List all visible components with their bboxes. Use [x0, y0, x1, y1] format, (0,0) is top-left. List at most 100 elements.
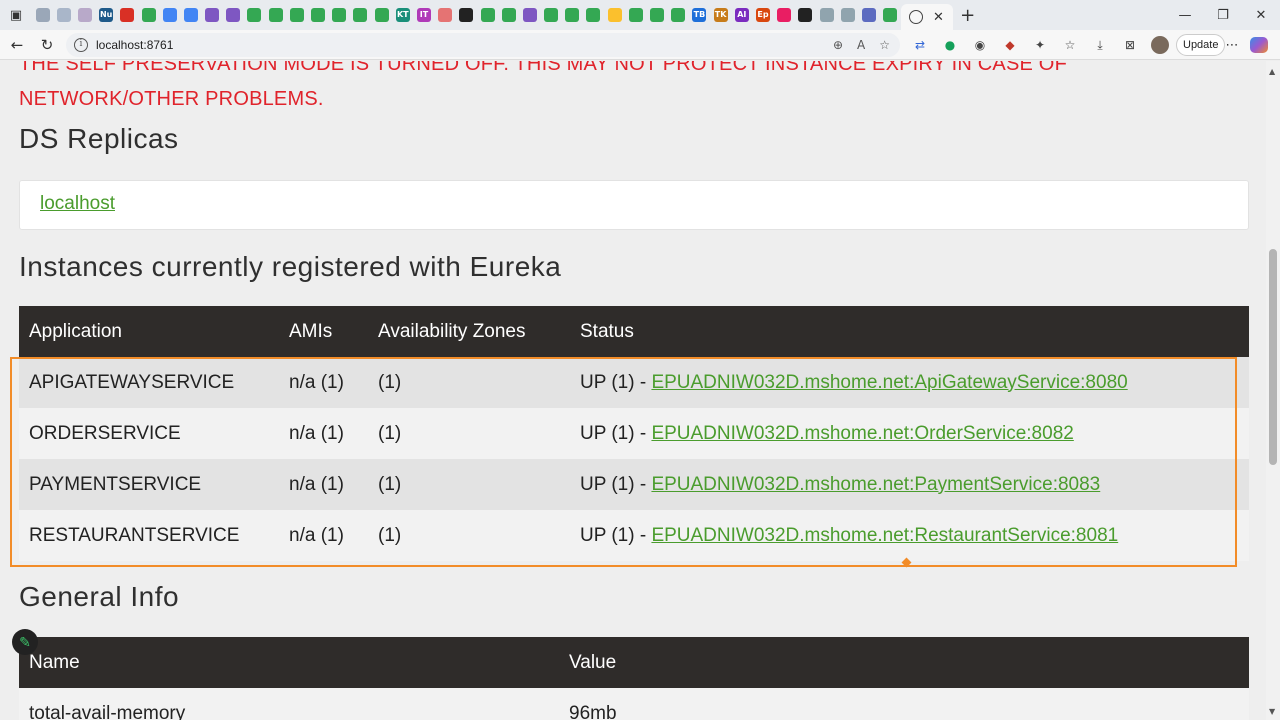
- favicon-icon: [56, 8, 71, 22]
- tab-favicon[interactable]: [625, 0, 646, 30]
- tab-active[interactable]: ✕: [900, 4, 953, 30]
- screenshot-icon[interactable]: ⊠: [1115, 30, 1145, 60]
- tab-favicon[interactable]: [435, 0, 456, 30]
- site-info-icon[interactable]: i: [74, 38, 88, 52]
- favicon-icon: [162, 8, 177, 22]
- tab-favicon[interactable]: AI: [731, 0, 752, 30]
- tab-favicon[interactable]: [583, 0, 604, 30]
- close-window-button[interactable]: ✕: [1242, 0, 1280, 30]
- favicon-icon: [840, 8, 855, 22]
- new-tab-button[interactable]: +: [953, 0, 983, 30]
- scroll-up-icon[interactable]: ▲: [1269, 67, 1275, 76]
- tab-actions-icon[interactable]: ▣: [0, 0, 32, 30]
- downloads-icon[interactable]: ⤓: [1085, 30, 1115, 60]
- favicon-icon: [268, 8, 283, 22]
- tab-favicon[interactable]: [646, 0, 667, 30]
- general-name: total-avail-memory: [19, 688, 559, 720]
- tab-favicon[interactable]: [350, 0, 371, 30]
- tab-favicon[interactable]: [456, 0, 477, 30]
- read-aloud-icon[interactable]: A: [857, 38, 865, 52]
- favorites-icon[interactable]: ☆: [1055, 30, 1085, 60]
- tab-favicon[interactable]: [265, 0, 286, 30]
- favicon-icon: KT: [395, 8, 410, 22]
- favicon-icon: Ep: [755, 8, 770, 22]
- reload-button[interactable]: ↻: [32, 30, 62, 60]
- tab-favicon[interactable]: [858, 0, 879, 30]
- adblock-icon[interactable]: ◆: [995, 30, 1025, 60]
- tab-favicon[interactable]: [244, 0, 265, 30]
- translate-icon[interactable]: ⇄: [905, 30, 935, 60]
- globe-icon: [909, 10, 924, 24]
- address-field[interactable]: i localhost:8761 ⊕ A ☆: [66, 33, 900, 57]
- col-name: Name: [19, 637, 559, 688]
- col-amis: AMIs: [279, 306, 368, 357]
- favorite-star-icon[interactable]: ☆: [879, 38, 890, 52]
- close-tab-icon[interactable]: ✕: [933, 10, 944, 25]
- tab-favicon[interactable]: [668, 0, 689, 30]
- more-menu-icon[interactable]: ⋯: [1222, 30, 1242, 60]
- profile-avatar-icon[interactable]: [1145, 30, 1175, 60]
- favicon-icon: [35, 8, 50, 22]
- tab-favicon[interactable]: [180, 0, 201, 30]
- tab-favicon[interactable]: [880, 0, 901, 30]
- tab-favicon[interactable]: [837, 0, 858, 30]
- favicon-icon: [332, 8, 347, 22]
- tab-favicon[interactable]: [74, 0, 95, 30]
- general-row: total-avail-memory 96mb: [19, 688, 1249, 720]
- tab-favicon[interactable]: [307, 0, 328, 30]
- instances-heading: Instances currently registered with Eure…: [19, 251, 562, 282]
- tab-favicon[interactable]: [32, 0, 53, 30]
- favicon-icon: TB: [692, 8, 707, 22]
- tab-favicon[interactable]: [329, 0, 350, 30]
- back-button[interactable]: ←: [2, 30, 32, 60]
- tab-favicon[interactable]: [774, 0, 795, 30]
- general-value: 96mb: [559, 688, 1249, 720]
- tab-favicon[interactable]: [477, 0, 498, 30]
- tab-favicon[interactable]: TK: [710, 0, 731, 30]
- favicon-icon: [205, 8, 220, 22]
- browser-tab-bar: ▣ Nu KT IT TB TK AI Ep ✕ + — ❐ ✕: [0, 0, 1280, 30]
- tab-favicon[interactable]: IT: [413, 0, 434, 30]
- tab-favicon[interactable]: [53, 0, 74, 30]
- eureka-dashboard: THE SELF PRESERVATION MODE IS TURNED OFF…: [0, 61, 1266, 720]
- tab-favicon[interactable]: [816, 0, 837, 30]
- favicon-icon: [353, 8, 368, 22]
- replica-link[interactable]: localhost: [40, 193, 115, 215]
- pencil-icon[interactable]: ✎: [12, 629, 38, 655]
- tab-favicon[interactable]: Ep: [752, 0, 773, 30]
- tab-favicon[interactable]: TB: [689, 0, 710, 30]
- tab-favicon[interactable]: [498, 0, 519, 30]
- tab-favicon[interactable]: [541, 0, 562, 30]
- favicon-icon: [226, 8, 241, 22]
- tab-favicon[interactable]: Nu: [96, 0, 117, 30]
- maximize-button[interactable]: ❐: [1204, 0, 1242, 30]
- extension-icon[interactable]: ◉: [965, 30, 995, 60]
- minimize-button[interactable]: —: [1166, 0, 1204, 30]
- tab-favicon[interactable]: [138, 0, 159, 30]
- grammarly-icon[interactable]: ●: [935, 30, 965, 60]
- favicon-icon: [501, 8, 516, 22]
- tab-favicon[interactable]: [604, 0, 625, 30]
- tab-favicon[interactable]: [371, 0, 392, 30]
- ds-replicas-heading: DS Replicas: [19, 123, 179, 154]
- copilot-icon[interactable]: [1250, 37, 1268, 53]
- self-preservation-warning: THE SELF PRESERVATION MODE IS TURNED OFF…: [19, 61, 1067, 110]
- col-value: Value: [559, 637, 1249, 688]
- tab-favicon[interactable]: KT: [392, 0, 413, 30]
- tab-favicon[interactable]: [202, 0, 223, 30]
- tab-favicon[interactable]: [519, 0, 540, 30]
- scroll-down-icon[interactable]: ▼: [1269, 707, 1275, 716]
- scrollbar-thumb[interactable]: [1269, 249, 1277, 465]
- page-scrollbar[interactable]: ▲ ▼: [1266, 61, 1280, 720]
- tab-favicon[interactable]: [117, 0, 138, 30]
- tab-favicon[interactable]: [159, 0, 180, 30]
- tab-favicon[interactable]: [286, 0, 307, 30]
- col-application: Application: [19, 306, 279, 357]
- extensions-puzzle-icon[interactable]: ✦: [1025, 30, 1055, 60]
- tab-favicon[interactable]: [223, 0, 244, 30]
- zoom-icon[interactable]: ⊕: [833, 38, 843, 52]
- tab-strip: Nu KT IT TB TK AI Ep: [32, 0, 901, 30]
- update-button[interactable]: Update: [1176, 34, 1226, 56]
- tab-favicon[interactable]: [562, 0, 583, 30]
- tab-favicon[interactable]: [795, 0, 816, 30]
